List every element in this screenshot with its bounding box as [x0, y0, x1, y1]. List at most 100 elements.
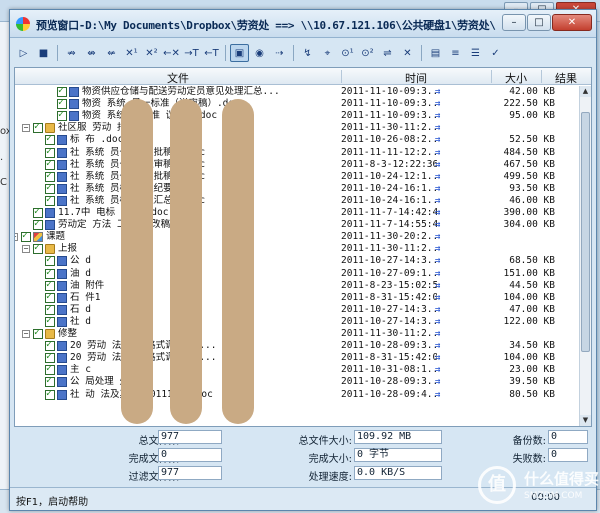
- row-checkbox[interactable]: [33, 218, 43, 231]
- column-header-size[interactable]: 大小: [491, 70, 541, 86]
- file-row[interactable]: 公 局处理 处理） 2011-10-28-09:3...⇉ 39.50 KB: [15, 375, 579, 388]
- minimize-button[interactable]: –: [502, 14, 526, 31]
- file-row[interactable]: 20 劳动 法及应 格式调整-石... 2011-8-31-15:42:06⇉ 10…: [15, 351, 579, 364]
- close-button[interactable]: ✕: [552, 14, 592, 31]
- copy-left-icon[interactable]: ←T: [202, 44, 221, 62]
- file-row[interactable]: 物资供应仓储与配送劳动定员意见处理汇总... 2011-11-10-09:3...…: [15, 85, 579, 98]
- folder-row[interactable]: −修整2011-11-30-11:2...⇉: [15, 327, 579, 340]
- row-checkbox[interactable]: [45, 303, 55, 315]
- file-row[interactable]: 社 动 法及其 究20111027.doc 2011-10-28-09:4...⇉…: [15, 388, 579, 401]
- row-checkbox[interactable]: [45, 363, 55, 376]
- file-row[interactable]: 社 d 2011-10-27-14:3...⇉ 122.00 KB: [15, 315, 579, 328]
- row-checkbox[interactable]: [45, 375, 55, 388]
- copy-direction-icon: ⇉: [435, 304, 441, 315]
- row-checkbox[interactable]: [45, 291, 55, 303]
- row-checkbox[interactable]: [45, 339, 55, 352]
- column-header-time[interactable]: 时间: [341, 70, 491, 86]
- file-row[interactable]: 11.7中 电标 求意 .doc2011-11-7-14:42:42⇉390.0…: [15, 206, 579, 219]
- file-row[interactable]: 主 c 2011-10-31-08:1...⇉ 23.00 KB: [15, 363, 579, 376]
- row-checkbox[interactable]: [45, 182, 55, 194]
- toolbar: ▷ ■ ⇏ ⇎ ⇍ ✕¹ ✕² ←✕ →T ←T ▣ ◉ ⇢ ↯ ⌖ ⊙¹ ⊙² ⇌ ✕ ▤ ≡ ☰ ✓: [14, 43, 592, 63]
- exchange-icon[interactable]: ⇌: [378, 44, 397, 62]
- file-list-rows: 物资供应仓储与配送劳动定员意见处理汇总... 2011-11-10-09:3...…: [15, 85, 579, 426]
- row-checkbox[interactable]: [57, 85, 67, 97]
- check-icon[interactable]: ✓: [486, 44, 505, 62]
- row-checkbox[interactable]: [45, 254, 55, 267]
- folder-row[interactable]: −课题2011-11-30-20:2...⇉: [15, 230, 579, 243]
- filter-icon[interactable]: ⇢: [270, 44, 289, 62]
- restore-button[interactable]: □: [527, 14, 551, 31]
- exclude-icon[interactable]: ✕: [398, 44, 417, 62]
- row-checkbox[interactable]: [45, 170, 55, 182]
- column-header-result[interactable]: 结果: [541, 70, 591, 86]
- file-row[interactable]: 社 系统 员一标 送审稿）.doc 2011-8-3-12:22:36⇉ 467.5…: [15, 158, 579, 171]
- dialog-titlebar[interactable]: 预览窗口-D:\My Documents\Dropbox\劳资处 ==> \\1…: [10, 10, 596, 38]
- delete-left-icon[interactable]: ←✕: [162, 44, 181, 62]
- file-row[interactable]: 社 系统 员标准 理汇总表.doc 2011-10-24-16:1...⇉ 46.0…: [15, 194, 579, 207]
- file-row[interactable]: 油 附件 2011-8-23-15:02:52⇉ 44.50 KB: [15, 279, 579, 292]
- copy-right-icon[interactable]: →T: [182, 44, 201, 62]
- file-row[interactable]: 社 系统 员标准 议纪要.doc 2011-10-24-16:1...⇉ 93.50…: [15, 182, 579, 195]
- row-checkbox[interactable]: [57, 109, 67, 122]
- file-row[interactable]: 公 d 2011-10-27-14:3...⇉ 68.50 KB: [15, 254, 579, 267]
- menu-icon[interactable]: ☰: [466, 44, 485, 62]
- target-icon[interactable]: ⌖: [318, 44, 337, 62]
- collapse-toggle-icon[interactable]: −: [22, 245, 30, 254]
- file-size: 104.00 KB: [503, 291, 555, 303]
- vertical-scrollbar[interactable]: ▲ ▼: [579, 86, 591, 426]
- column-header-file[interactable]: 文件: [15, 70, 341, 86]
- file-row[interactable]: 物资 系统 员标准 议纪要.doc 2011-11-10-09:3...⇉ 95.0…: [15, 109, 579, 122]
- file-row[interactable]: 油 d 2011-10-27-09:1...⇉ 151.00 KB: [15, 267, 579, 280]
- scroll-up-icon[interactable]: ▲: [580, 86, 591, 97]
- delete-one-icon[interactable]: ✕¹: [122, 44, 141, 62]
- swap-icon[interactable]: ⇎: [82, 44, 101, 62]
- delete-two-icon[interactable]: ✕²: [142, 44, 161, 62]
- row-checkbox[interactable]: [45, 146, 55, 158]
- file-row[interactable]: 劳动定 方法 工作 修改稿11.06）2011-11-7-14:55:48⇉30…: [15, 218, 579, 231]
- row-checkbox[interactable]: [57, 97, 67, 110]
- row-checkbox[interactable]: [21, 230, 31, 243]
- row-checkbox[interactable]: [45, 158, 55, 170]
- run-icon[interactable]: ▷: [14, 44, 33, 62]
- file-size: 390.00 KB: [503, 207, 555, 218]
- collapse-toggle-icon[interactable]: −: [15, 233, 18, 242]
- list-all-icon[interactable]: ▤: [426, 44, 445, 62]
- sync-icon[interactable]: ↯: [298, 44, 317, 62]
- file-size: 151.00 KB: [503, 267, 555, 279]
- row-checkbox[interactable]: [33, 121, 43, 134]
- collapse-toggle-icon[interactable]: −: [22, 330, 30, 338]
- row-checkbox[interactable]: [45, 388, 55, 400]
- select-all-icon[interactable]: ▣: [230, 44, 249, 62]
- file-row[interactable]: 社 系统 员一标 报批稿）.doc 2011-11-11-12:2...⇉ 484.…: [15, 146, 579, 159]
- preview-icon[interactable]: ◉: [250, 44, 269, 62]
- row-checkbox[interactable]: [33, 206, 43, 218]
- scrollbar-thumb[interactable]: [581, 112, 590, 352]
- row-checkbox[interactable]: [45, 351, 55, 364]
- file-row[interactable]: 社 系统 员一编 报批稿）.doc 2011-10-24-12:1...⇉ 499.…: [15, 170, 579, 183]
- option-two-icon[interactable]: ⊙²: [358, 44, 377, 62]
- file-row[interactable]: 石 件1 2011-8-31-15:42:06⇉ 104.00 KB: [15, 291, 579, 304]
- file-row[interactable]: 20 劳动 法及应 格式调整-石... 2011-10-28-09:3...⇉ 34…: [15, 339, 579, 352]
- scroll-down-icon[interactable]: ▼: [580, 415, 591, 426]
- file-row[interactable]: 石 d 2011-10-27-14:3...⇉ 47.00 KB: [15, 303, 579, 316]
- file-row[interactable]: 物资 系统 员一标准（送审稿）.doc 2011-11-10-09:3...⇉ 22…: [15, 97, 579, 110]
- list-icon[interactable]: ≡: [446, 44, 465, 62]
- row-checkbox[interactable]: [45, 267, 55, 279]
- folder-row[interactable]: −上报2011-11-30-11:2...⇉: [15, 242, 579, 255]
- file-row[interactable]: 标 布 .doc 2011-10-26-08:2...⇉ 52.50 KB: [15, 133, 579, 146]
- redaction-bar: [121, 99, 153, 424]
- row-checkbox[interactable]: [45, 279, 55, 291]
- row-checkbox[interactable]: [45, 194, 55, 206]
- folder-row[interactable]: −社区服 劳动 报批稿2011-11-30-11:2...⇉: [15, 121, 579, 134]
- row-checkbox[interactable]: [45, 133, 55, 146]
- option-one-icon[interactable]: ⊙¹: [338, 44, 357, 62]
- skip-icon[interactable]: ⇏: [62, 44, 81, 62]
- row-checkbox[interactable]: [33, 327, 43, 339]
- collapse-toggle-icon[interactable]: −: [22, 124, 30, 133]
- done-files-value: 0: [158, 448, 222, 462]
- row-checkbox[interactable]: [45, 315, 55, 327]
- stop-icon[interactable]: ■: [34, 44, 53, 62]
- row-checkbox[interactable]: [33, 242, 43, 255]
- file-list[interactable]: 文件 时间 大小 结果 物资供应仓储与配送劳动定员意见处理汇总... 2011-1…: [14, 67, 592, 427]
- back-icon[interactable]: ⇍: [102, 44, 121, 62]
